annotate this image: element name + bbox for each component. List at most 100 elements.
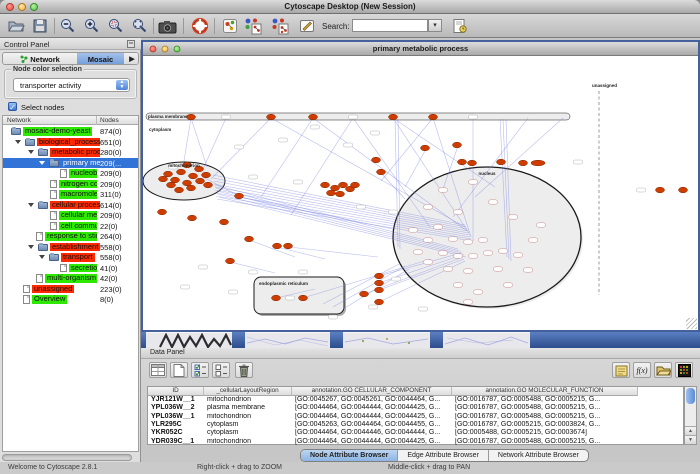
network-edge[interactable] — [261, 118, 313, 197]
index-button[interactable] — [450, 17, 470, 35]
tab-mosaic[interactable]: Mosaic — [77, 53, 124, 65]
table-cell[interactable]: YLR295C — [148, 421, 204, 429]
network-node-unselected[interactable] — [454, 210, 463, 214]
network-node-unselected[interactable] — [414, 250, 423, 254]
unselect-attributes-button[interactable] — [212, 362, 230, 378]
network-node[interactable] — [189, 173, 198, 179]
network-node[interactable] — [375, 287, 384, 293]
background-window-edge[interactable] — [430, 332, 443, 348]
resize-grip[interactable] — [686, 318, 697, 329]
layout-button[interactable] — [270, 17, 290, 35]
network-node[interactable] — [164, 171, 173, 177]
zoom-fit-button[interactable] — [130, 17, 150, 35]
tree-row[interactable]: multi-organism pro42(0) — [3, 273, 138, 284]
network-node-unselected[interactable] — [444, 267, 453, 271]
tree-row[interactable]: response to stimulu264(0) — [3, 231, 138, 242]
network-window[interactable]: primary metabolic process plasma membran… — [141, 40, 700, 332]
zoom-selected-button[interactable] — [106, 17, 126, 35]
network-node[interactable] — [273, 243, 282, 249]
table-column-header[interactable]: _cellularLayoutRegion — [204, 387, 292, 396]
table-cell[interactable]: mitochondrion — [204, 413, 292, 421]
node-color-combobox[interactable]: transporter activity ▲▼ — [13, 78, 130, 92]
formula-button[interactable]: f(x) — [633, 362, 651, 378]
tree-row[interactable]: cellular process614(0) — [3, 200, 138, 211]
table-cell[interactable]: [GO:0016787, GO:0005488, GO:0005215, G..… — [452, 396, 638, 404]
network-node-unselected[interactable] — [489, 200, 498, 204]
table-cell[interactable]: [GO:0016787, GO:0005215, GO:0003824, G..… — [452, 421, 638, 429]
network-node[interactable] — [458, 159, 467, 165]
network-node[interactable] — [327, 190, 336, 196]
nucleus-compartment[interactable] — [393, 167, 581, 307]
network-node[interactable] — [331, 185, 340, 191]
background-window-edge[interactable] — [232, 332, 245, 348]
combobox-stepper-icon[interactable]: ▲▼ — [116, 80, 128, 90]
table-cell[interactable]: [GO:0044464, GO:0044446, GO:0044444, G..… — [292, 429, 452, 437]
network-node-unselected[interactable] — [464, 240, 473, 244]
table-row[interactable]: YLR295Ccytoplasm[GO:0045263, GO:0044464,… — [148, 421, 683, 429]
save-button[interactable] — [30, 17, 50, 35]
network-node[interactable] — [299, 295, 308, 301]
network-node[interactable] — [159, 176, 168, 182]
network-node-unselected[interactable] — [509, 215, 518, 219]
tab-network[interactable]: Network — [3, 53, 77, 65]
network-node[interactable] — [187, 185, 196, 191]
tree-row[interactable]: primary metabo209(... — [3, 158, 138, 169]
background-window-thumbnail[interactable] — [245, 332, 330, 348]
network-node[interactable] — [177, 169, 186, 175]
tree-row[interactable]: metabolic process280(0) — [3, 147, 138, 158]
network-node-unselected[interactable] — [469, 180, 478, 184]
network-node[interactable] — [202, 172, 211, 178]
vizmapper-button[interactable] — [243, 17, 263, 35]
annotation-button[interactable] — [220, 17, 240, 35]
tree-row[interactable]: mosaic-demo-yeast874(0) — [3, 126, 138, 137]
tree-row[interactable]: cellular metabol209(0) — [3, 210, 138, 221]
tab-edge-attribute-browser[interactable]: Edge Attribute Browser — [398, 450, 489, 461]
tab-overflow-button[interactable]: ▶ — [124, 53, 139, 65]
expand-arrow-icon[interactable] — [28, 203, 34, 207]
network-node-unselected[interactable] — [494, 267, 503, 271]
network-node[interactable] — [220, 219, 229, 225]
table-cell[interactable]: [GO:0044464, GO:0044444, GO:0044425, G..… — [292, 438, 452, 446]
network-node[interactable] — [158, 209, 167, 215]
network-edge[interactable] — [289, 247, 378, 257]
tree-row[interactable]: secretion41(0) — [3, 263, 138, 274]
network-node[interactable] — [656, 187, 665, 193]
attribute-matrix-button[interactable] — [675, 362, 693, 378]
background-window-thumbnail[interactable] — [443, 332, 530, 348]
network-edge[interactable] — [203, 118, 226, 169]
network-node-unselected[interactable] — [454, 254, 463, 258]
table-cell[interactable]: YDR039C__1 — [148, 438, 204, 446]
network-node[interactable] — [351, 182, 360, 188]
network-node[interactable] — [272, 295, 281, 301]
network-canvas[interactable]: plasma membrane cytoplasm mitochondrion … — [143, 57, 698, 330]
import-attributes-button[interactable] — [654, 362, 672, 378]
network-node[interactable] — [531, 160, 545, 166]
tree-row[interactable]: transport558(0) — [3, 252, 138, 263]
table-cell[interactable]: cytoplasm — [204, 429, 292, 437]
float-panel-icon[interactable] — [127, 40, 135, 48]
table-cell[interactable]: [GO:0044464, GO:0044444, GO:0044425, G..… — [292, 404, 452, 412]
tree-row[interactable]: biological_process651(0) — [3, 137, 138, 148]
table-cell[interactable]: [GO:0005488, GO:0005215, GO:0003674] — [452, 429, 638, 437]
network-node[interactable] — [497, 159, 506, 165]
network-node-unselected[interactable] — [524, 268, 533, 272]
table-column-header[interactable]: annotation.GO MOLECULAR_FUNCTION — [452, 387, 638, 396]
network-edge[interactable] — [291, 118, 353, 215]
background-window-edge[interactable] — [330, 332, 343, 348]
tree-row[interactable]: cell communicat22(0) — [3, 221, 138, 232]
scroll-down-button[interactable]: ▼ — [685, 435, 696, 444]
table-cell[interactable]: [GO:0045267, GO:0045261, GO:0044464, G..… — [292, 396, 452, 404]
network-node-unselected[interactable] — [449, 237, 458, 241]
window-titlebar[interactable]: Cytoscape Desktop (New Session) — [0, 0, 700, 14]
tree-row[interactable]: nucleobase-209(0) — [3, 168, 138, 179]
network-node-unselected[interactable] — [424, 260, 433, 264]
expand-arrow-icon[interactable] — [39, 161, 45, 165]
edit-annotation-button[interactable] — [297, 17, 317, 35]
network-node[interactable] — [377, 169, 386, 175]
network-node[interactable] — [175, 187, 184, 193]
network-node[interactable] — [196, 178, 205, 184]
network-node[interactable] — [336, 191, 345, 197]
background-window-edge[interactable] — [530, 332, 700, 348]
network-node[interactable] — [375, 273, 384, 279]
table-row[interactable]: YJR121W__1mitochondrion[GO:0045267, GO:0… — [148, 396, 683, 404]
